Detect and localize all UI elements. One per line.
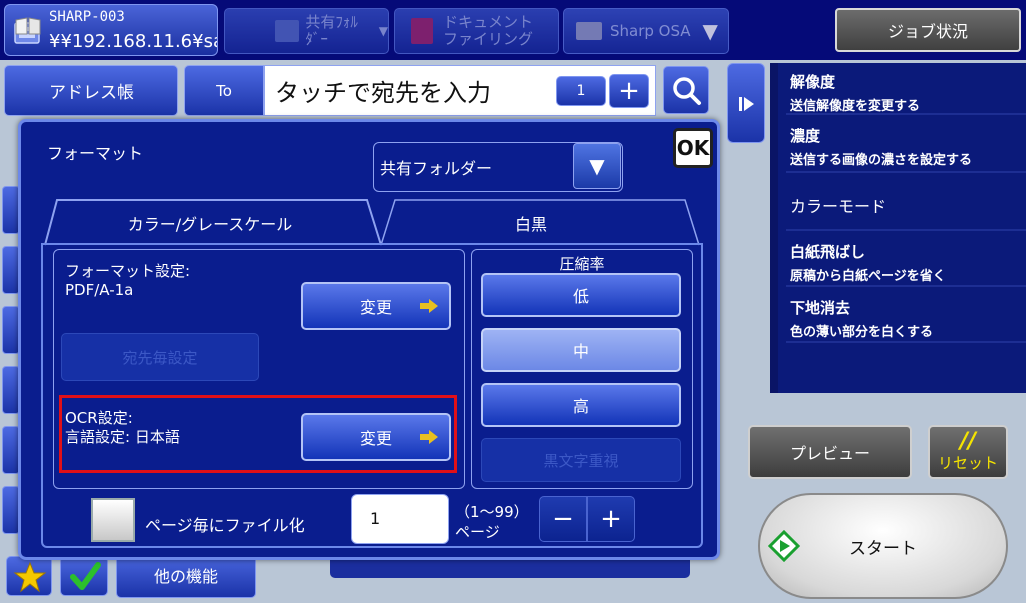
setting-title: 白紙飛ばし [790, 243, 866, 261]
start-diamond-icon [768, 530, 800, 562]
pages-per-file-input[interactable]: 1 [351, 494, 449, 544]
tab-black-white[interactable]: 白黒 [381, 202, 681, 244]
change-label: 変更 [359, 298, 392, 317]
per-destination-setting-button: 宛先毎設定 [61, 333, 259, 381]
format-setting-title: フォーマット設定: [65, 262, 191, 280]
add-destination-button[interactable]: + [609, 74, 649, 108]
reset-icon: // [959, 428, 977, 454]
setting-background-removal[interactable]: 下地消去 色の薄い部分を白くする [786, 289, 1026, 343]
ok-button[interactable]: OK [673, 128, 713, 168]
search-icon [673, 77, 701, 105]
chevron-down-icon: ▼ [589, 154, 605, 178]
sharp-osa-label: Sharp OSA [610, 21, 691, 40]
preview-button[interactable]: プレビュー [748, 425, 912, 479]
document-filing-icon [411, 18, 433, 44]
shared-folder-label: 共有ﾌｫﾙﾀﾞｰ [305, 13, 358, 48]
ocr-language-value: 言語設定: 日本語 [65, 428, 180, 446]
document-filing-label: ドキュメント ファイリング [443, 13, 534, 48]
pages-increment-button[interactable]: + [587, 496, 635, 542]
search-button[interactable] [663, 66, 709, 114]
compression-label: 圧縮率 [559, 255, 605, 273]
format-dialog: フォーマット OK 共有フォルダー ▼ カラー/グレースケール 白黒 フォーマッ… [18, 119, 720, 560]
chevron-down-icon: ▼ [702, 19, 718, 43]
play-bar-icon [739, 97, 754, 111]
format-label: フォーマット [47, 144, 144, 163]
setting-color-mode[interactable]: カラーモード [786, 175, 1026, 231]
tab-color-grayscale[interactable]: カラー/グレースケール [45, 202, 375, 244]
osa-icon [576, 22, 602, 40]
page-range-text: （1～99） ページ [455, 502, 529, 542]
star-icon [13, 561, 47, 593]
background-panel [330, 560, 690, 578]
page-range: （1～99） [455, 503, 529, 521]
chevron-down-icon: ▼ [378, 24, 388, 38]
setting-subtitle: 送信する画像の濃さを設定する [790, 153, 973, 168]
job-status-button[interactable]: ジョブ状況 [835, 8, 1021, 52]
select-dropdown-button[interactable]: ▼ [573, 143, 621, 189]
reset-button[interactable]: // リセット [928, 425, 1008, 479]
setting-title: カラーモード [790, 197, 887, 216]
sharp-osa-button[interactable]: Sharp OSA ▼ [563, 8, 729, 54]
arrow-right-icon [420, 430, 438, 444]
setting-title: 下地消去 [790, 299, 851, 317]
favorite-button[interactable] [6, 556, 52, 596]
compression-low-button[interactable]: 低 [481, 273, 681, 317]
setting-subtitle: 送信解像度を変更する [790, 99, 921, 114]
setting-title: 解像度 [790, 73, 836, 91]
checkmark-icon [70, 562, 101, 590]
file-per-page-checkbox[interactable] [91, 498, 135, 542]
setting-subtitle: 色の薄い部分を白くする [790, 325, 934, 340]
format-change-button[interactable]: 変更 [301, 282, 451, 330]
setting-blank-page-skip[interactable]: 白紙飛ばし 原稿から白紙ページを省く [786, 233, 1026, 287]
settings-panel: 解像度 送信解像度を変更する 濃度 送信する画像の濃さを設定する カラーモード … [770, 63, 1026, 393]
file-per-page-label: ページ毎にファイル化 [145, 516, 305, 535]
change-label: 変更 [359, 429, 392, 448]
to-button[interactable]: To [184, 65, 264, 116]
format-setting-text: フォーマット設定: PDF/A-1a [65, 262, 190, 300]
destination-count[interactable]: 1 [556, 76, 606, 106]
destination-host: SHARP-003 [49, 9, 125, 25]
check-button[interactable] [60, 556, 108, 596]
destination-path: ¥¥192.168.11.6¥sample [49, 31, 217, 52]
shared-folder-button[interactable]: 共有ﾌｫﾙﾀﾞｰ ▼ [224, 8, 389, 54]
compression-medium-button[interactable]: 中 [481, 328, 681, 372]
arrow-right-icon [420, 299, 438, 313]
ocr-setting-text: OCR設定: 言語設定: 日本語 [65, 409, 180, 447]
format-setting-value: PDF/A-1a [65, 281, 134, 299]
page-unit: ページ [455, 523, 500, 541]
compression-high-button[interactable]: 高 [481, 383, 681, 427]
setting-density[interactable]: 濃度 送信する画像の濃さを設定する [786, 117, 1026, 173]
setting-resolution[interactable]: 解像度 送信解像度を変更する [786, 63, 1026, 115]
setting-title: 濃度 [790, 127, 821, 145]
ocr-change-button[interactable]: 変更 [301, 413, 451, 461]
setting-subtitle: 原稿から白紙ページを省く [790, 269, 946, 284]
pages-decrement-button[interactable]: − [539, 496, 587, 542]
ocr-setting-title: OCR設定: [65, 409, 133, 427]
book-icon [15, 17, 41, 35]
folder-icon [275, 20, 300, 42]
panel-toggle-button[interactable] [727, 63, 765, 143]
black-text-priority-button: 黒文字重視 [481, 438, 681, 482]
document-filing-button[interactable]: ドキュメント ファイリング [394, 8, 559, 54]
reset-label: リセット [937, 453, 998, 472]
address-book-button[interactable]: アドレス帳 [4, 65, 178, 116]
